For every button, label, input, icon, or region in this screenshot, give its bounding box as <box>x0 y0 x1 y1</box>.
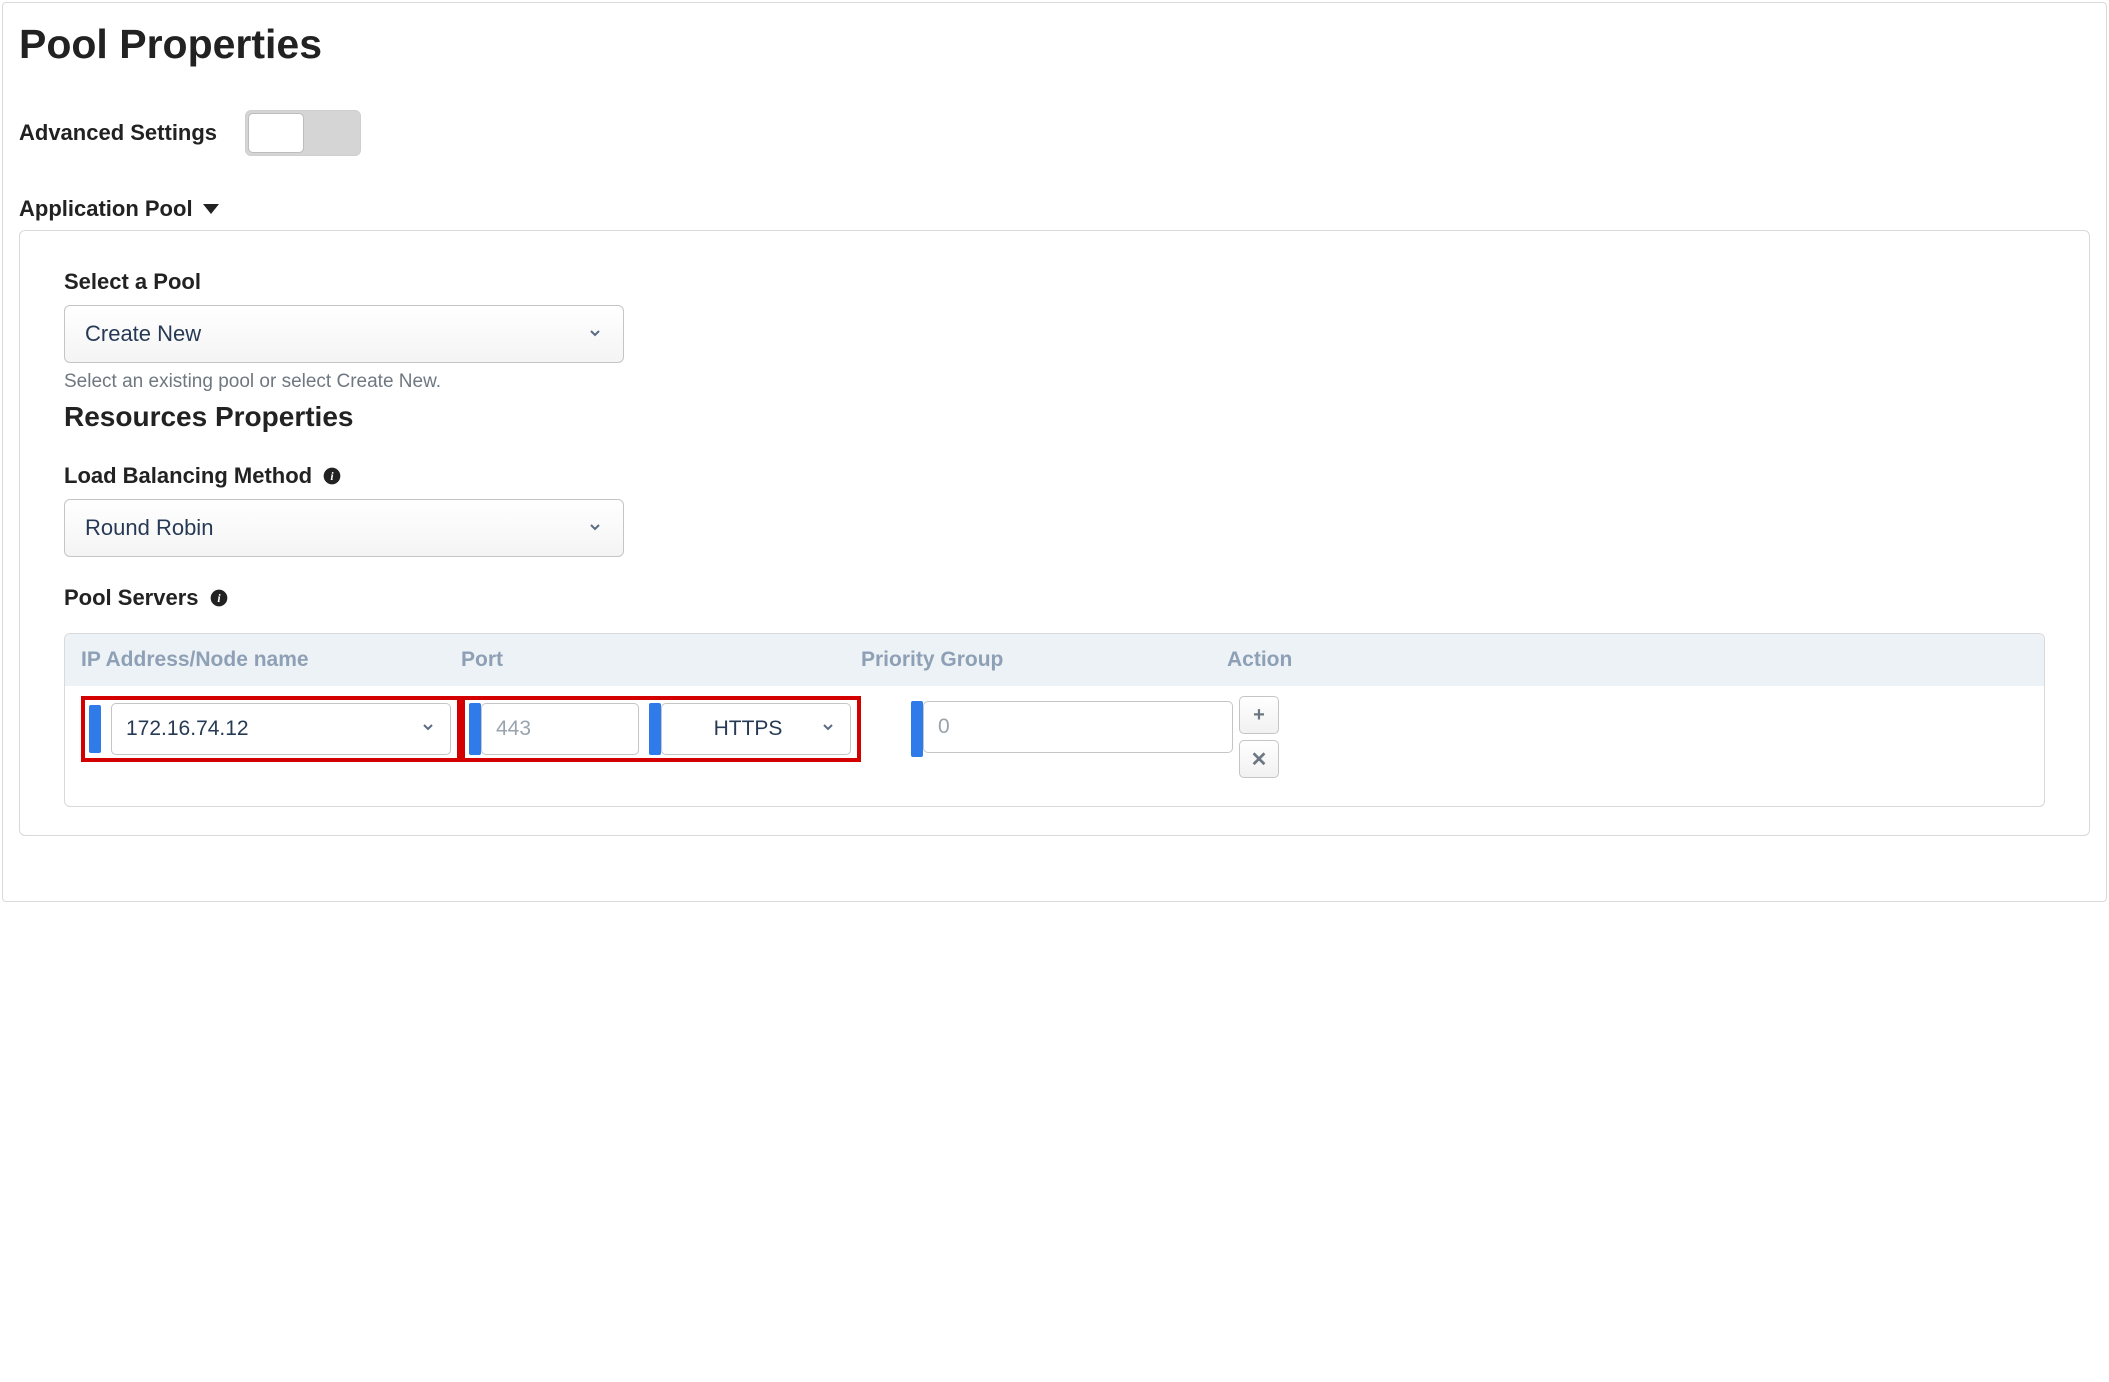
lb-method-group: Load Balancing Method i Round Robin <box>64 463 2045 557</box>
accent-bar <box>649 703 661 755</box>
info-icon[interactable]: i <box>209 588 229 608</box>
lb-method-label: Load Balancing Method i <box>64 463 2045 489</box>
action-cell: + ✕ <box>1233 696 2028 778</box>
pool-servers-label: Pool Servers i <box>64 585 2045 611</box>
col-ip-header: IP Address/Node name <box>81 648 461 672</box>
select-pool-dropdown[interactable]: Create New <box>64 305 624 363</box>
plus-icon: + <box>1253 704 1265 727</box>
application-pool-heading[interactable]: Application Pool <box>19 196 219 222</box>
application-pool-panel: Select a Pool Create New Select an exist… <box>19 230 2090 836</box>
application-pool-heading-label: Application Pool <box>19 196 193 222</box>
add-row-button[interactable]: + <box>1239 696 1279 734</box>
lb-method-label-text: Load Balancing Method <box>64 463 312 489</box>
pool-servers-label-text: Pool Servers <box>64 585 199 611</box>
pool-properties-panel: Pool Properties Advanced Settings Applic… <box>2 2 2107 902</box>
protocol-select[interactable]: HTTPS <box>661 703 851 755</box>
advanced-settings-toggle[interactable] <box>245 110 361 156</box>
chevron-down-icon <box>587 321 603 347</box>
port-cell: 443 HTTPS <box>461 696 861 762</box>
toggle-knob <box>248 113 304 153</box>
ip-cell: 172.16.74.12 <box>81 696 461 762</box>
close-icon: ✕ <box>1251 747 1268 772</box>
col-action-header: Action <box>1221 648 2028 672</box>
chevron-down-icon <box>820 719 836 740</box>
accent-bar <box>911 701 923 757</box>
accent-bar <box>469 703 481 755</box>
select-pool-label: Select a Pool <box>64 269 2045 295</box>
pool-servers-table: IP Address/Node name Port Priority Group… <box>64 633 2045 807</box>
ip-highlight: 172.16.74.12 <box>81 696 461 762</box>
priority-group-wrap: 0 <box>911 696 1233 762</box>
chevron-down-icon <box>587 515 603 541</box>
port-value: 443 <box>496 717 624 741</box>
select-pool-value: Create New <box>85 321 201 347</box>
table-header-row: IP Address/Node name Port Priority Group… <box>65 634 2044 686</box>
protocol-value: HTTPS <box>676 717 820 741</box>
col-port-header: Port <box>461 648 861 672</box>
advanced-settings-row: Advanced Settings <box>19 110 2090 156</box>
resources-properties-heading: Resources Properties <box>64 401 2045 433</box>
port-highlight: 443 HTTPS <box>461 696 861 762</box>
caret-down-icon <box>203 204 219 214</box>
priority-group-cell: 0 <box>861 696 1233 762</box>
port-input[interactable]: 443 <box>481 703 639 755</box>
advanced-settings-label: Advanced Settings <box>19 120 217 146</box>
lb-method-value: Round Robin <box>85 515 213 541</box>
page-title: Pool Properties <box>19 21 2090 68</box>
port-input-wrap: 443 <box>469 703 639 755</box>
accent-bar <box>89 705 101 753</box>
remove-row-button[interactable]: ✕ <box>1239 740 1279 778</box>
table-row: 172.16.74.12 443 <box>65 686 2044 806</box>
priority-group-input[interactable]: 0 <box>923 701 1233 753</box>
lb-method-dropdown[interactable]: Round Robin <box>64 499 624 557</box>
col-pg-header: Priority Group <box>861 648 1221 672</box>
select-pool-helper: Select an existing pool or select Create… <box>64 371 2045 393</box>
ip-node-select[interactable]: 172.16.74.12 <box>111 703 451 755</box>
select-pool-group: Select a Pool Create New Select an exist… <box>64 269 2045 393</box>
protocol-wrap: HTTPS <box>649 703 851 755</box>
priority-group-value: 0 <box>938 715 1218 739</box>
chevron-down-icon <box>420 719 436 740</box>
info-icon[interactable]: i <box>322 466 342 486</box>
ip-node-value: 172.16.74.12 <box>126 717 420 741</box>
